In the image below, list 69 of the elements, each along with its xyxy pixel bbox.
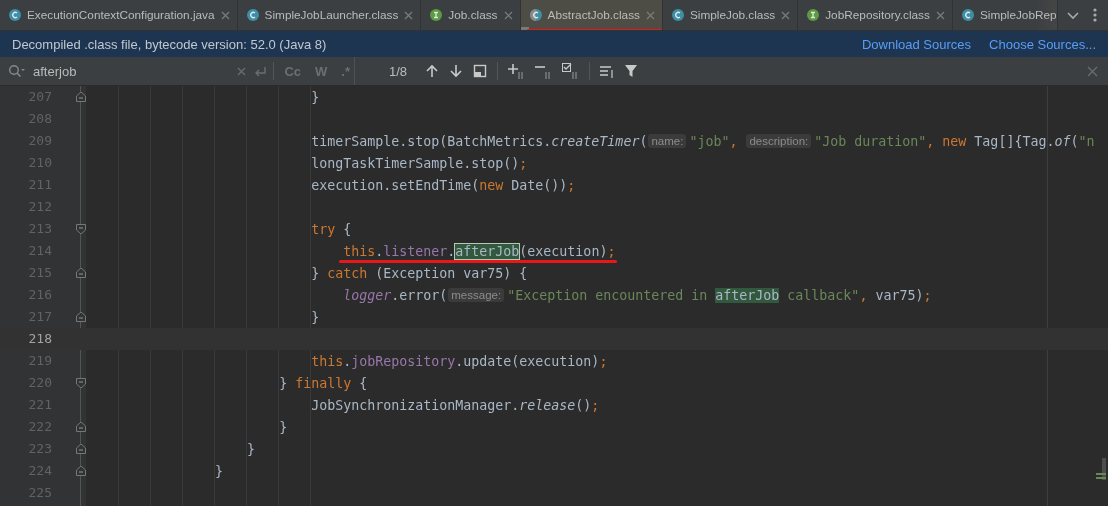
code-text: execution.setEndTime(	[310, 177, 480, 193]
code-text: .update(execution)	[455, 353, 600, 369]
parameter-hint: message:	[448, 288, 505, 302]
code-text: }	[278, 375, 289, 391]
keyword-text: new	[479, 177, 505, 193]
field-name: logger	[342, 287, 392, 303]
keyword-text: ;	[519, 155, 528, 171]
keyword-text: finally	[295, 375, 353, 391]
code-text: }	[310, 89, 320, 105]
keyword-text: , new	[926, 133, 968, 149]
search-field[interactable]: afterjob	[31, 62, 185, 80]
code-text: .	[343, 353, 352, 369]
code-text: .error(	[391, 287, 448, 303]
keyword-text: try	[310, 221, 337, 237]
string-literal: "Exception encountered in	[507, 287, 709, 303]
keyword-text: ,	[729, 133, 739, 149]
code-text: longTaskTimerSample.stop()	[310, 155, 520, 171]
keyword-text: ;	[567, 177, 576, 193]
keyword-text: ;	[923, 287, 932, 303]
code-text: JobSynchronizationManager.	[310, 397, 520, 413]
banner-message: Decompiled .class file, bytecode version: 52.0 (Java 8)	[12, 36, 327, 52]
code-text: }	[214, 463, 224, 479]
code-text: }	[310, 265, 321, 281]
parameter-hint: name:	[648, 134, 687, 148]
file-tab[interactable]: SimpleJobLauncher.class	[237, 0, 422, 30]
keyword-text: this	[342, 243, 376, 259]
code-text: ()	[575, 397, 592, 413]
field-name: listener	[383, 243, 448, 259]
string-literal: callback"	[786, 287, 860, 303]
code-text: timerSample.stop(BatchMetrics.	[310, 133, 552, 149]
file-tab[interactable]: SimpleJob.class	[663, 0, 799, 30]
code-text: }	[278, 419, 288, 435]
banner-link[interactable]: Download Sources	[861, 36, 972, 52]
code-text: }	[310, 309, 320, 325]
file-tab[interactable]: Job.class	[421, 0, 521, 30]
code-text: (	[639, 133, 648, 149]
code-text: var75)	[875, 287, 924, 303]
code-text: (Exception var75) {	[375, 265, 528, 281]
banner-link[interactable]: Choose Sources...	[989, 36, 1096, 52]
method-name: of	[1054, 133, 1071, 149]
code-text: {	[343, 221, 352, 237]
string-literal: "n	[1078, 133, 1095, 149]
keyword-text: ,	[859, 287, 869, 303]
match-count: 1/8	[389, 63, 408, 79]
field-name: jobRepository	[351, 353, 456, 369]
line-number: 218	[27, 330, 53, 348]
keyword-text: ;	[591, 397, 600, 413]
keyword-text: catch	[327, 265, 369, 281]
search-match: afterJob	[715, 287, 780, 303]
code-text: {	[359, 375, 368, 391]
file-tab[interactable]: JobRepository.class	[798, 0, 953, 30]
code-text: }	[246, 441, 256, 457]
keyword-text: this	[310, 353, 344, 369]
method-name: createTimer	[551, 133, 640, 149]
keyword-text: ;	[599, 353, 608, 369]
file-tab[interactable]: AbstractJob.class	[520, 0, 663, 30]
method-name: release	[519, 397, 576, 413]
file-tab[interactable]: ExecutionContextConfiguration.java	[0, 0, 238, 30]
code-text: Date())	[511, 177, 568, 193]
keyword-text: ;	[607, 243, 616, 259]
code-text: (execution)	[519, 243, 608, 259]
string-literal: "Job duration"	[814, 133, 927, 149]
search-match: afterJob	[455, 243, 520, 259]
parameter-hint: description:	[746, 134, 812, 148]
code-text: Tag[]{Tag.	[974, 133, 1055, 149]
code-text: .	[375, 243, 384, 259]
code-text: .	[447, 243, 456, 259]
code-text: (	[1070, 133, 1079, 149]
string-literal: "job"	[689, 133, 730, 149]
